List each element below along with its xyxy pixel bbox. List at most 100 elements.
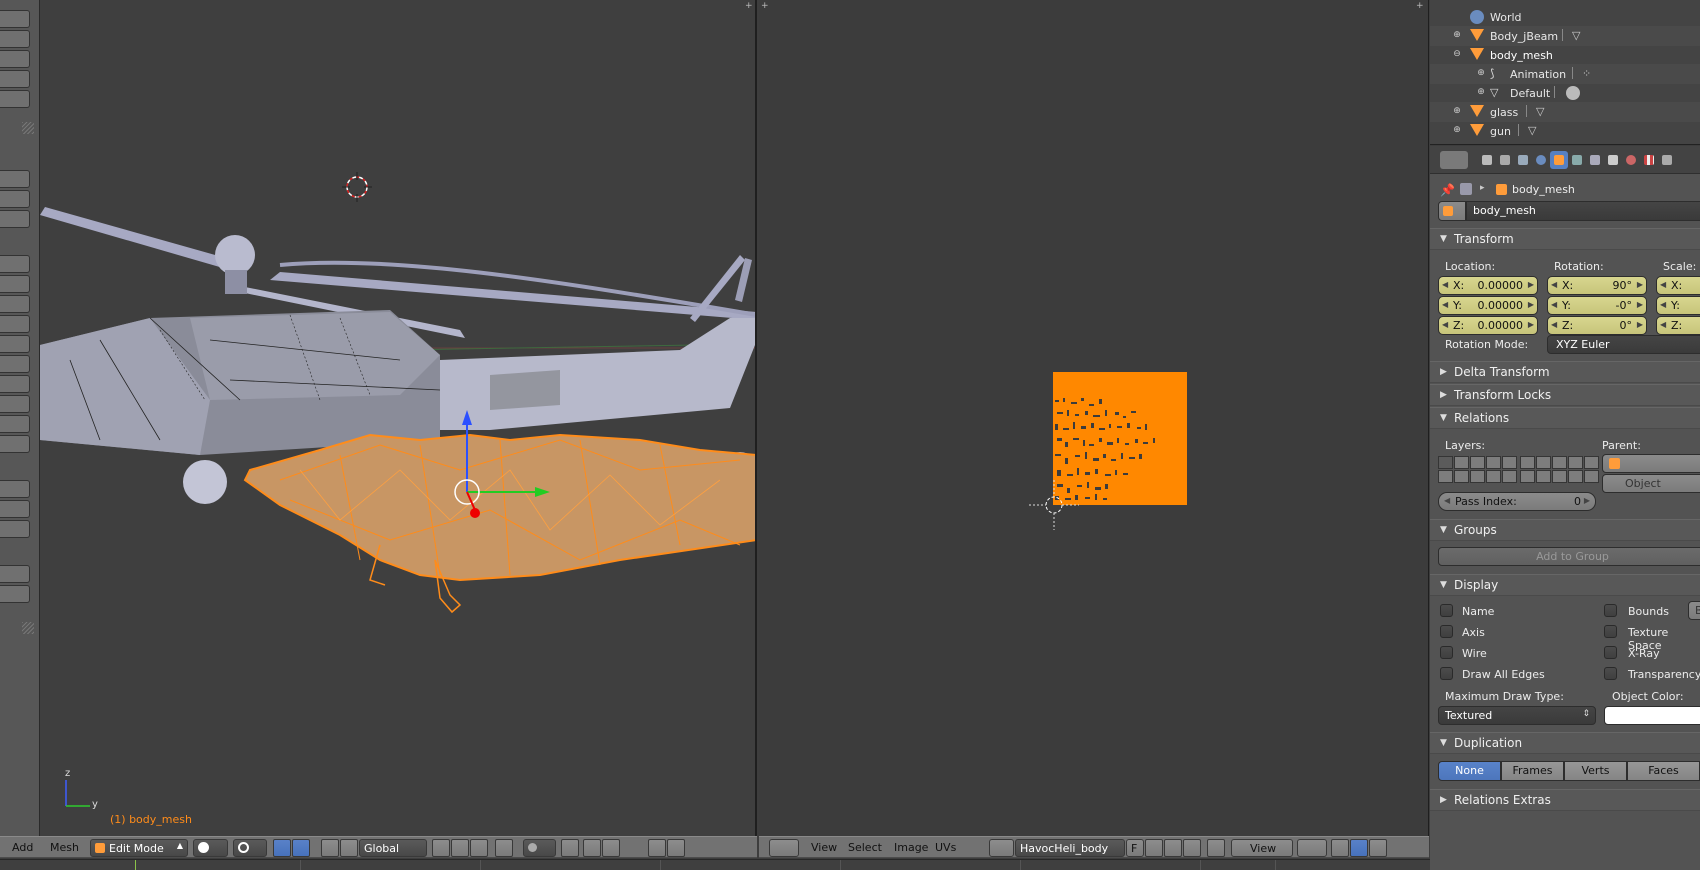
pass-index-field[interactable]: ◀ Pass Index: 0 ▶ bbox=[1438, 492, 1596, 511]
groups-panel-header[interactable]: ▼ Groups bbox=[1430, 519, 1700, 541]
constraints-tab[interactable] bbox=[1568, 151, 1586, 169]
sync-selection-button[interactable] bbox=[1331, 839, 1349, 857]
rotation-z-field[interactable]: ◀ Z: 0° ▶ bbox=[1547, 316, 1647, 335]
tool-button[interactable] bbox=[0, 565, 30, 583]
max-draw-type-dropdown[interactable]: Textured ⇕ bbox=[1438, 706, 1596, 725]
location-y-field[interactable]: ◀ Y: 0.00000 ▶ bbox=[1438, 296, 1538, 315]
expand-icon[interactable]: ⊕ bbox=[1476, 68, 1486, 78]
view-mode-selector[interactable]: View bbox=[1231, 839, 1293, 857]
outliner-item-default[interactable]: ⊕ ▽ Default bbox=[1430, 83, 1700, 103]
image-browse-button[interactable] bbox=[989, 839, 1014, 857]
axis-checkbox[interactable] bbox=[1440, 625, 1453, 638]
tool-button[interactable] bbox=[0, 295, 30, 313]
transparency-checkbox[interactable] bbox=[1604, 667, 1617, 680]
area-split-corner[interactable]: + bbox=[1416, 2, 1424, 11]
modifiers-tab[interactable] bbox=[1586, 151, 1604, 169]
tool-button[interactable] bbox=[0, 375, 30, 393]
view-menu[interactable]: View bbox=[811, 841, 837, 854]
unlink-image-button[interactable] bbox=[1183, 839, 1201, 857]
tool-button[interactable] bbox=[0, 500, 30, 518]
limit-selection-button[interactable] bbox=[495, 839, 513, 857]
translate-manipulator-button[interactable] bbox=[292, 839, 310, 857]
display-panel-header[interactable]: ▼ Display bbox=[1430, 574, 1700, 596]
tool-button[interactable] bbox=[0, 50, 30, 68]
relations-panel-header[interactable]: ▼ Relations bbox=[1430, 407, 1700, 429]
select-menu[interactable]: Select bbox=[848, 841, 882, 854]
uv-edge-select-button[interactable] bbox=[1369, 839, 1387, 857]
particles-tab[interactable] bbox=[1658, 151, 1676, 169]
viewport-shading-selector[interactable] bbox=[193, 839, 228, 857]
tool-button[interactable] bbox=[0, 315, 30, 333]
layers-grid-left[interactable] bbox=[1438, 456, 1517, 483]
new-image-button[interactable] bbox=[1145, 839, 1163, 857]
material-tab[interactable] bbox=[1622, 151, 1640, 169]
scale-manipulator-button[interactable] bbox=[340, 839, 358, 857]
tool-button[interactable] bbox=[0, 170, 30, 188]
duplication-faces-button[interactable]: Faces bbox=[1627, 761, 1700, 781]
uvs-menu[interactable]: UVs bbox=[935, 841, 956, 854]
expand-icon[interactable]: ⊕ bbox=[1452, 106, 1462, 116]
layer-button[interactable] bbox=[432, 839, 450, 857]
3d-cursor[interactable] bbox=[342, 172, 372, 202]
snap-toggle-button[interactable] bbox=[561, 839, 579, 857]
layers-grid-right[interactable] bbox=[1520, 456, 1599, 483]
expand-icon[interactable]: ⊕ bbox=[1452, 125, 1462, 135]
tool-button[interactable] bbox=[0, 90, 30, 108]
texture-space-checkbox[interactable] bbox=[1604, 625, 1617, 638]
render-layers-tab[interactable] bbox=[1496, 151, 1514, 169]
tool-button[interactable] bbox=[0, 210, 30, 228]
mesh-data-icon[interactable]: ▽ bbox=[1572, 29, 1586, 43]
transform-panel-header[interactable]: ▼ Transform bbox=[1430, 228, 1700, 250]
pivot-point-selector[interactable] bbox=[233, 839, 267, 857]
tool-button[interactable] bbox=[0, 70, 30, 88]
tool-button[interactable] bbox=[0, 10, 30, 28]
open-image-button[interactable] bbox=[1164, 839, 1182, 857]
relations-extras-panel-header[interactable]: ▶ Relations Extras bbox=[1430, 789, 1700, 811]
expand-icon[interactable]: ⊕ bbox=[1452, 30, 1462, 40]
render-opengl-button[interactable] bbox=[648, 839, 666, 857]
snap-target-button[interactable] bbox=[602, 839, 620, 857]
tool-button[interactable] bbox=[0, 520, 30, 538]
tool-button[interactable] bbox=[0, 335, 30, 353]
image-name-field[interactable]: HavocHeli_body bbox=[1015, 839, 1125, 857]
tool-button[interactable] bbox=[0, 435, 30, 453]
data-tab[interactable] bbox=[1604, 151, 1622, 169]
area-split-corner[interactable]: + bbox=[761, 2, 769, 11]
bounds-type-button[interactable]: B bbox=[1688, 601, 1700, 620]
panel-grip[interactable] bbox=[22, 622, 34, 634]
outliner-item-glass[interactable]: ⊕ glass ▽ bbox=[1430, 102, 1700, 122]
duplication-verts-button[interactable]: Verts bbox=[1564, 761, 1627, 781]
object-tab[interactable] bbox=[1550, 151, 1568, 169]
render-animation-button[interactable] bbox=[667, 839, 685, 857]
location-x-field[interactable]: ◀ X: 0.00000 ▶ bbox=[1438, 276, 1538, 295]
uv-vertex-select-button[interactable] bbox=[1350, 839, 1368, 857]
render-tab[interactable] bbox=[1478, 151, 1496, 169]
wire-checkbox[interactable] bbox=[1440, 646, 1453, 659]
snap-element-button[interactable] bbox=[583, 839, 601, 857]
add-menu[interactable]: Add bbox=[12, 841, 33, 854]
pivot-selector[interactable] bbox=[1297, 839, 1327, 857]
fake-user-button[interactable]: F bbox=[1126, 839, 1144, 857]
scale-x-field[interactable]: ◀ X: bbox=[1656, 276, 1700, 295]
add-to-group-button[interactable]: Add to Group bbox=[1438, 547, 1700, 566]
rotation-y-field[interactable]: ◀ Y: -0° ▶ bbox=[1547, 296, 1647, 315]
rotation-mode-dropdown[interactable]: XYZ Euler bbox=[1547, 335, 1700, 354]
scene-tab[interactable] bbox=[1514, 151, 1532, 169]
object-name-field[interactable]: body_mesh bbox=[1466, 201, 1700, 221]
material-icon[interactable] bbox=[1566, 86, 1580, 100]
uv-image-editor[interactable]: + + bbox=[759, 0, 1429, 836]
name-checkbox[interactable] bbox=[1440, 604, 1453, 617]
editor-type-selector[interactable] bbox=[769, 839, 799, 857]
manipulator-toggle-button[interactable] bbox=[273, 839, 291, 857]
object-color-swatch[interactable] bbox=[1604, 706, 1700, 725]
pin-icon[interactable]: 📌 bbox=[1440, 183, 1455, 197]
outliner-item-world[interactable]: World bbox=[1430, 7, 1700, 27]
scale-z-field[interactable]: ◀ Z: bbox=[1656, 316, 1700, 335]
location-z-field[interactable]: ◀ Z: 0.00000 ▶ bbox=[1438, 316, 1538, 335]
tool-button[interactable] bbox=[0, 585, 30, 603]
texture-tab[interactable] bbox=[1640, 151, 1658, 169]
bone-icon[interactable]: ⁘ bbox=[1582, 67, 1596, 81]
draw-all-edges-checkbox[interactable] bbox=[1440, 667, 1453, 680]
rotate-manipulator-button[interactable] bbox=[321, 839, 339, 857]
mode-selector[interactable]: Edit Mode ▲ bbox=[90, 839, 188, 857]
